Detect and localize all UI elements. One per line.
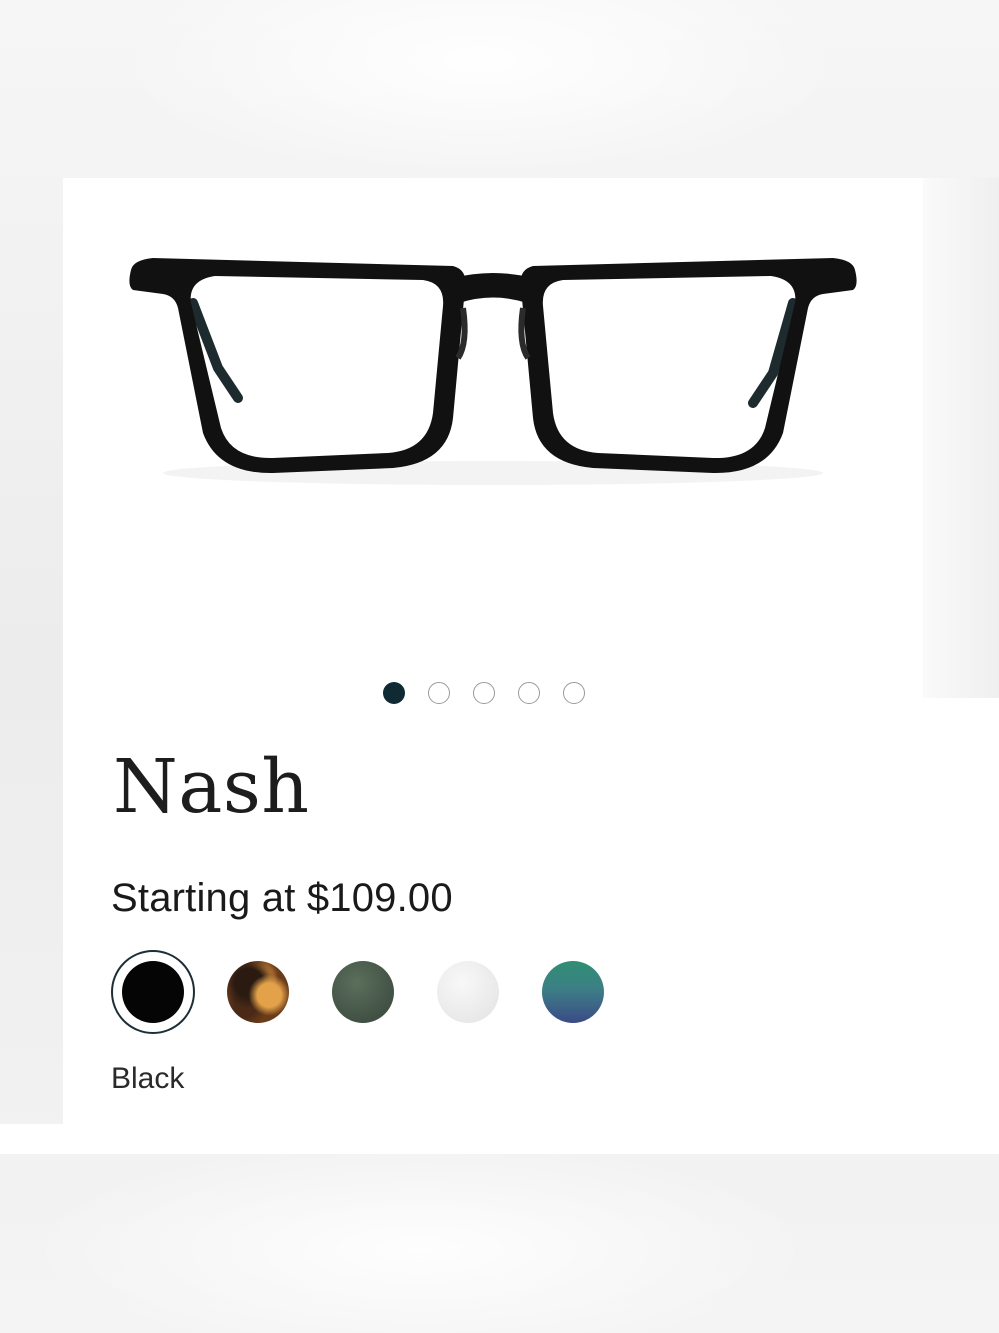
carousel-dot-1[interactable]: [383, 682, 405, 704]
backdrop-panel: [923, 178, 999, 698]
black-swatch: [122, 961, 184, 1023]
backdrop-strip: [0, 1124, 999, 1154]
swatch-teal[interactable]: [531, 950, 615, 1034]
color-swatch-list: [111, 950, 636, 1034]
swatch-tortoise[interactable]: [216, 950, 300, 1034]
swatch-clear[interactable]: [426, 950, 510, 1034]
selected-color-label: Black: [111, 1062, 185, 1095]
clear-swatch: [437, 961, 499, 1023]
eyeglasses-product-image[interactable]: [123, 248, 863, 498]
product-card: Nash Starting at $109.00 Black: [63, 178, 923, 1124]
carousel-dot-2[interactable]: [428, 682, 450, 704]
swatch-black[interactable]: [111, 950, 195, 1034]
carousel-dot-3[interactable]: [473, 682, 495, 704]
carousel-pagination: [383, 682, 585, 704]
swatch-green[interactable]: [321, 950, 405, 1034]
green-swatch: [332, 961, 394, 1023]
tortoise-swatch: [227, 961, 289, 1023]
backdrop-panel: [923, 698, 999, 1124]
product-price: Starting at $109.00: [111, 876, 453, 920]
product-title: Nash: [113, 744, 310, 830]
carousel-dot-5[interactable]: [563, 682, 585, 704]
carousel-dot-4[interactable]: [518, 682, 540, 704]
teal-swatch: [542, 961, 604, 1023]
